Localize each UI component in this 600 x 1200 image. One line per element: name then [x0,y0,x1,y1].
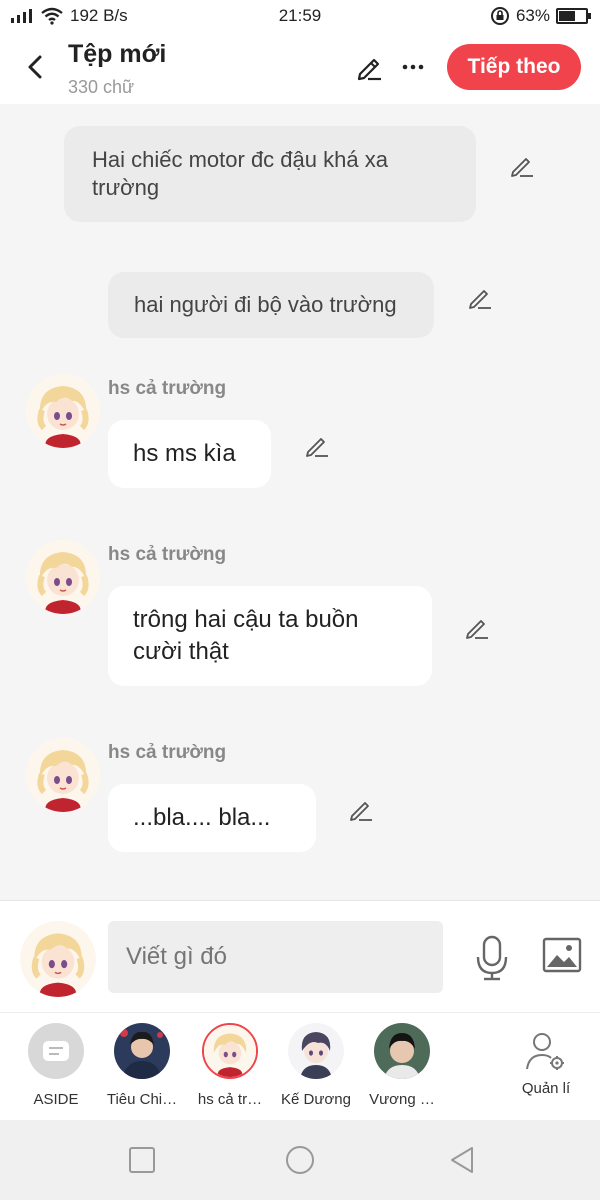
aside-icon [28,1023,84,1079]
character-avatar[interactable] [26,738,100,812]
battery-icon [556,8,591,24]
character-photo [202,1023,258,1079]
edit-message-icon[interactable] [508,152,536,180]
chat-area: Hai chiếc motor đc đậu khá xa trường hai… [0,104,600,900]
home-icon[interactable] [284,1144,316,1176]
message-line: trông hai cậu ta buồn [133,606,359,633]
anime-avatar-icon [26,540,100,614]
microphone-icon[interactable] [474,935,510,981]
character-selector: ASIDE Tiêu Chi… hs cả tr… Kế Dương Vương… [0,1012,600,1120]
word-count: 330 chữ [68,77,135,97]
message-line: cười thật [133,638,229,665]
aside-message[interactable]: Hai chiếc motor đc đậu khá xa trường [64,126,476,222]
character-label: Kế Dương [281,1091,351,1108]
page-title: Tệp mới [68,40,167,68]
character-label: Vương … [369,1091,435,1108]
message-line: trường [92,175,160,200]
character-hs-ca-truong[interactable]: hs cả tr… [190,1023,270,1108]
anime-avatar-icon [26,374,100,448]
edit-message-icon[interactable] [347,796,375,824]
aside-message[interactable]: hai người đi bộ vào trường [108,272,434,338]
character-photo [288,1023,344,1079]
message-line: ...bla.... bla... [133,804,271,831]
message-line: hai người đi bộ vào trường [134,292,397,317]
more-options-icon[interactable] [398,52,428,82]
composer [0,900,600,1012]
back-arrow-icon[interactable] [20,50,50,84]
next-button[interactable]: Tiếp theo [447,44,581,90]
character-message[interactable]: hs ms kìa [108,420,271,488]
user-settings-icon [526,1033,564,1070]
rotation-lock-icon [490,7,509,25]
character-ke-duong[interactable]: Kế Dương [276,1023,356,1108]
character-photo [374,1023,430,1079]
battery-fill [559,11,576,21]
anime-avatar-icon [20,921,96,997]
header: Tệp mới 330 chữ Tiếp theo [0,32,600,104]
back-nav-icon[interactable] [446,1144,478,1176]
anime-avatar-icon [26,738,100,812]
status-bar: 192 B/s 21:59 63% [0,0,600,32]
status-right: 63% [490,6,591,26]
character-avatar[interactable] [26,540,100,614]
message-line: Hai chiếc motor đc đậu khá xa [92,147,388,172]
character-message[interactable]: ...bla.... bla... [108,784,316,852]
character-message[interactable]: trông hai cậu ta buồn cười thật [108,586,432,686]
edit-message-icon[interactable] [303,432,331,460]
message-line: hs ms kìa [133,440,236,467]
system-nav-bar [0,1120,600,1200]
character-avatar[interactable] [26,374,100,448]
character-aside[interactable]: ASIDE [16,1023,96,1108]
manage-characters-button[interactable]: Quản lí [506,1023,586,1097]
character-vuong[interactable]: Vương … [362,1023,442,1108]
character-tieu-chien[interactable]: Tiêu Chi… [102,1023,182,1108]
recent-apps-icon[interactable] [126,1144,158,1176]
battery-percent: 63% [515,6,550,25]
edit-message-icon[interactable] [463,614,491,642]
character-label: hs cả tr… [197,1091,263,1108]
edit-message-icon[interactable] [466,284,494,312]
edit-title-icon[interactable] [354,52,384,82]
character-label: ASIDE [33,1091,79,1108]
current-character-avatar[interactable] [20,921,96,997]
character-photo [114,1023,170,1079]
message-input[interactable] [108,921,443,993]
manage-label: Quản lí [521,1080,571,1097]
character-label: Tiêu Chi… [106,1091,178,1108]
sender-name: hs cả trường [108,544,227,565]
image-icon[interactable] [542,937,582,973]
sender-name: hs cả trường [108,742,227,763]
sender-name: hs cả trường [108,378,227,399]
